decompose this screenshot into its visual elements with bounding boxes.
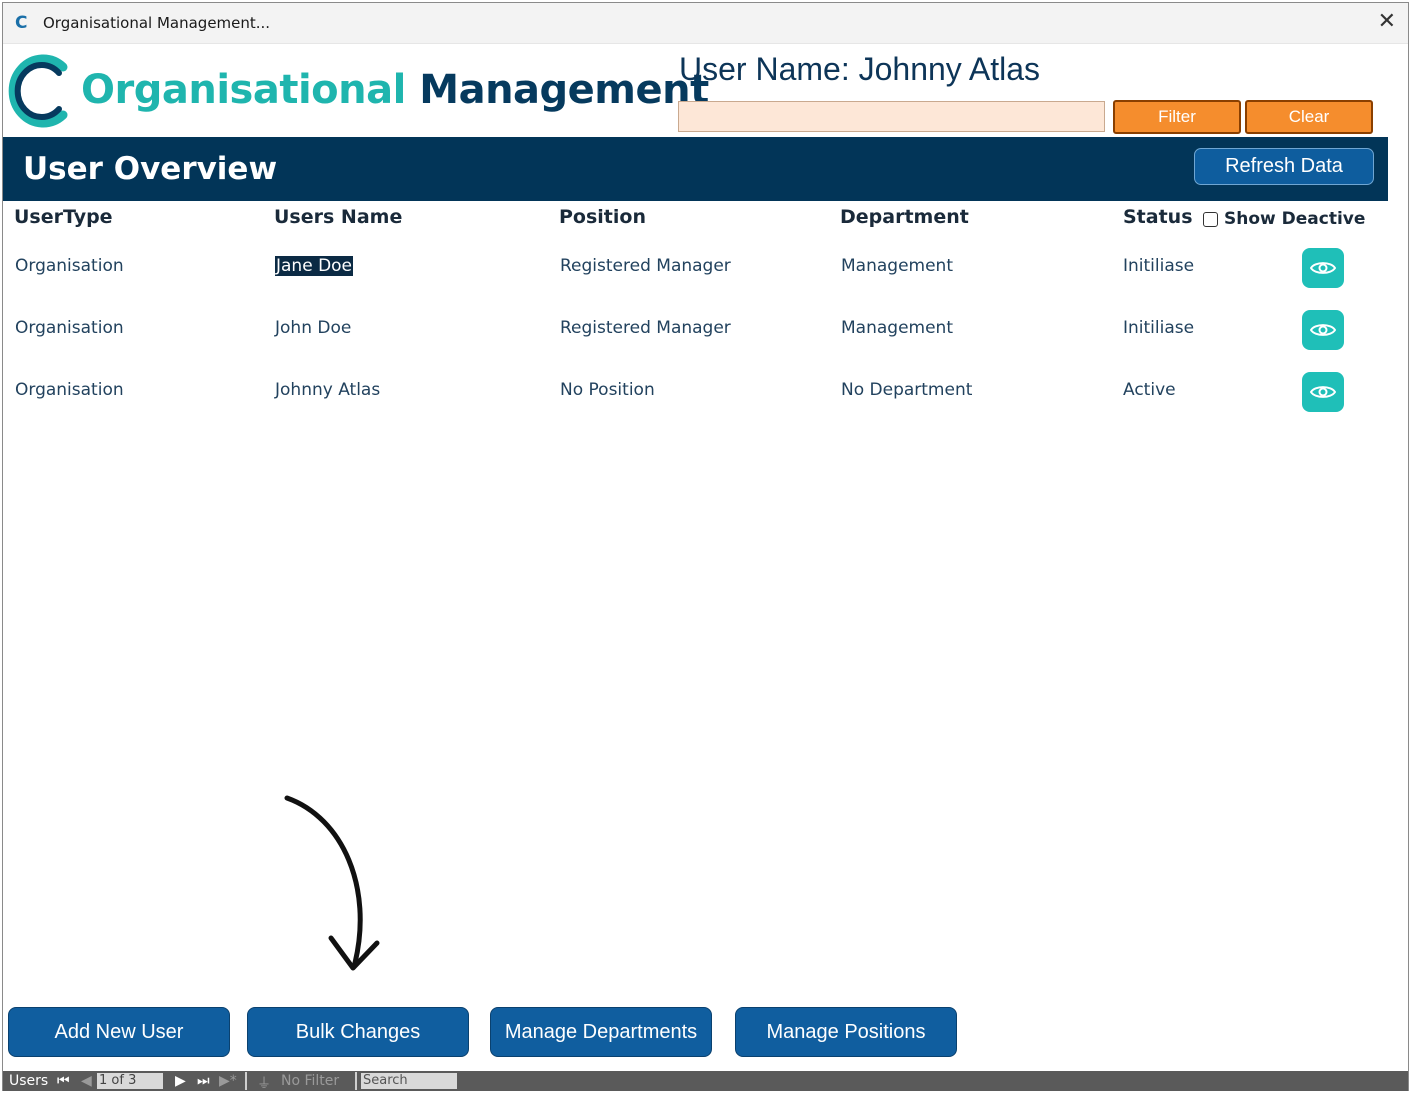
- cell-status: Initiliase: [1123, 256, 1195, 276]
- navbar-search-input[interactable]: Search: [361, 1073, 457, 1089]
- eye-icon: [1310, 324, 1336, 336]
- cell-status: Initiliase: [1123, 318, 1195, 338]
- eye-icon: [1310, 386, 1336, 398]
- cell-usertype: Organisation: [15, 318, 124, 338]
- filter-input[interactable]: [678, 101, 1105, 132]
- current-user-name: User Name: Johnny Atlas: [679, 51, 1041, 87]
- eye-icon: [1310, 262, 1336, 274]
- cell-usertype: Organisation: [15, 256, 124, 276]
- show-deactive-checkbox[interactable]: Show Deactive: [1203, 209, 1365, 229]
- previous-record-icon[interactable]: ◀: [81, 1073, 92, 1089]
- bulk-changes-button[interactable]: Bulk Changes: [247, 1007, 469, 1057]
- record-navigation-bar: Users ⏮ ◀ 1 of 3 ▶ ⏭ ▶* ⏚ No Filter Sear…: [3, 1071, 1408, 1092]
- app-logo-icon: C: [15, 13, 28, 33]
- app-window: C Organisational Management... ✕ Organis…: [2, 2, 1409, 1092]
- app-logo-text: Organisational Management: [81, 67, 709, 113]
- navbar-label: Users: [9, 1073, 49, 1089]
- view-user-button[interactable]: [1302, 372, 1344, 412]
- view-user-button[interactable]: [1302, 310, 1344, 350]
- close-icon[interactable]: ✕: [1378, 9, 1396, 34]
- filter-button[interactable]: Filter: [1113, 100, 1241, 134]
- filter-funnel-icon: ⏚: [257, 1076, 271, 1092]
- cell-users-name[interactable]: Jane Doe: [275, 256, 354, 276]
- cell-position: Registered Manager: [560, 318, 731, 338]
- refresh-data-button[interactable]: Refresh Data: [1194, 148, 1374, 185]
- section-banner: User Overview Refresh Data: [3, 137, 1388, 201]
- next-record-icon[interactable]: ▶: [175, 1073, 186, 1089]
- cell-department: Management: [841, 256, 953, 276]
- record-counter[interactable]: 1 of 3: [97, 1073, 163, 1089]
- filter-status[interactable]: No Filter: [281, 1073, 339, 1089]
- cell-users-name[interactable]: Johnny Atlas: [275, 380, 380, 400]
- page-title: User Overview: [23, 151, 278, 187]
- column-header-department: Department: [840, 206, 969, 228]
- title-bar: C Organisational Management... ✕: [3, 3, 1408, 44]
- logo-word-organisational: Organisational: [81, 67, 406, 113]
- column-header-position: Position: [559, 206, 646, 228]
- logo-c-icon: [8, 54, 68, 128]
- navbar-divider: [245, 1072, 247, 1090]
- cell-department: No Department: [841, 380, 973, 400]
- first-record-icon[interactable]: ⏮: [57, 1073, 70, 1089]
- manage-positions-button[interactable]: Manage Positions: [735, 1007, 957, 1057]
- column-header-status: Status: [1123, 206, 1193, 228]
- checkbox-icon[interactable]: [1203, 211, 1218, 227]
- cell-position: No Position: [560, 380, 655, 400]
- cell-usertype: Organisation: [15, 380, 124, 400]
- cell-users-name-text[interactable]: Jane Doe: [275, 256, 354, 276]
- view-user-button[interactable]: [1302, 248, 1344, 288]
- manage-departments-button[interactable]: Manage Departments: [490, 1007, 712, 1057]
- cell-users-name[interactable]: John Doe: [275, 318, 351, 338]
- add-new-user-button[interactable]: Add New User: [8, 1007, 230, 1057]
- window-title: Organisational Management...: [43, 14, 271, 32]
- column-header-users-name: Users Name: [274, 206, 403, 228]
- curved-arrow-annotation: [284, 795, 380, 971]
- logo-word-management: Management: [419, 67, 709, 113]
- cell-position: Registered Manager: [560, 256, 731, 276]
- show-deactive-label: Show Deactive: [1224, 209, 1366, 229]
- column-header-usertype: UserType: [14, 206, 113, 228]
- cell-status: Active: [1123, 380, 1176, 400]
- clear-button[interactable]: Clear: [1245, 100, 1373, 134]
- new-record-icon[interactable]: ▶*: [219, 1073, 237, 1089]
- navbar-divider: [355, 1072, 357, 1090]
- last-record-icon[interactable]: ⏭: [197, 1073, 210, 1089]
- cell-department: Management: [841, 318, 953, 338]
